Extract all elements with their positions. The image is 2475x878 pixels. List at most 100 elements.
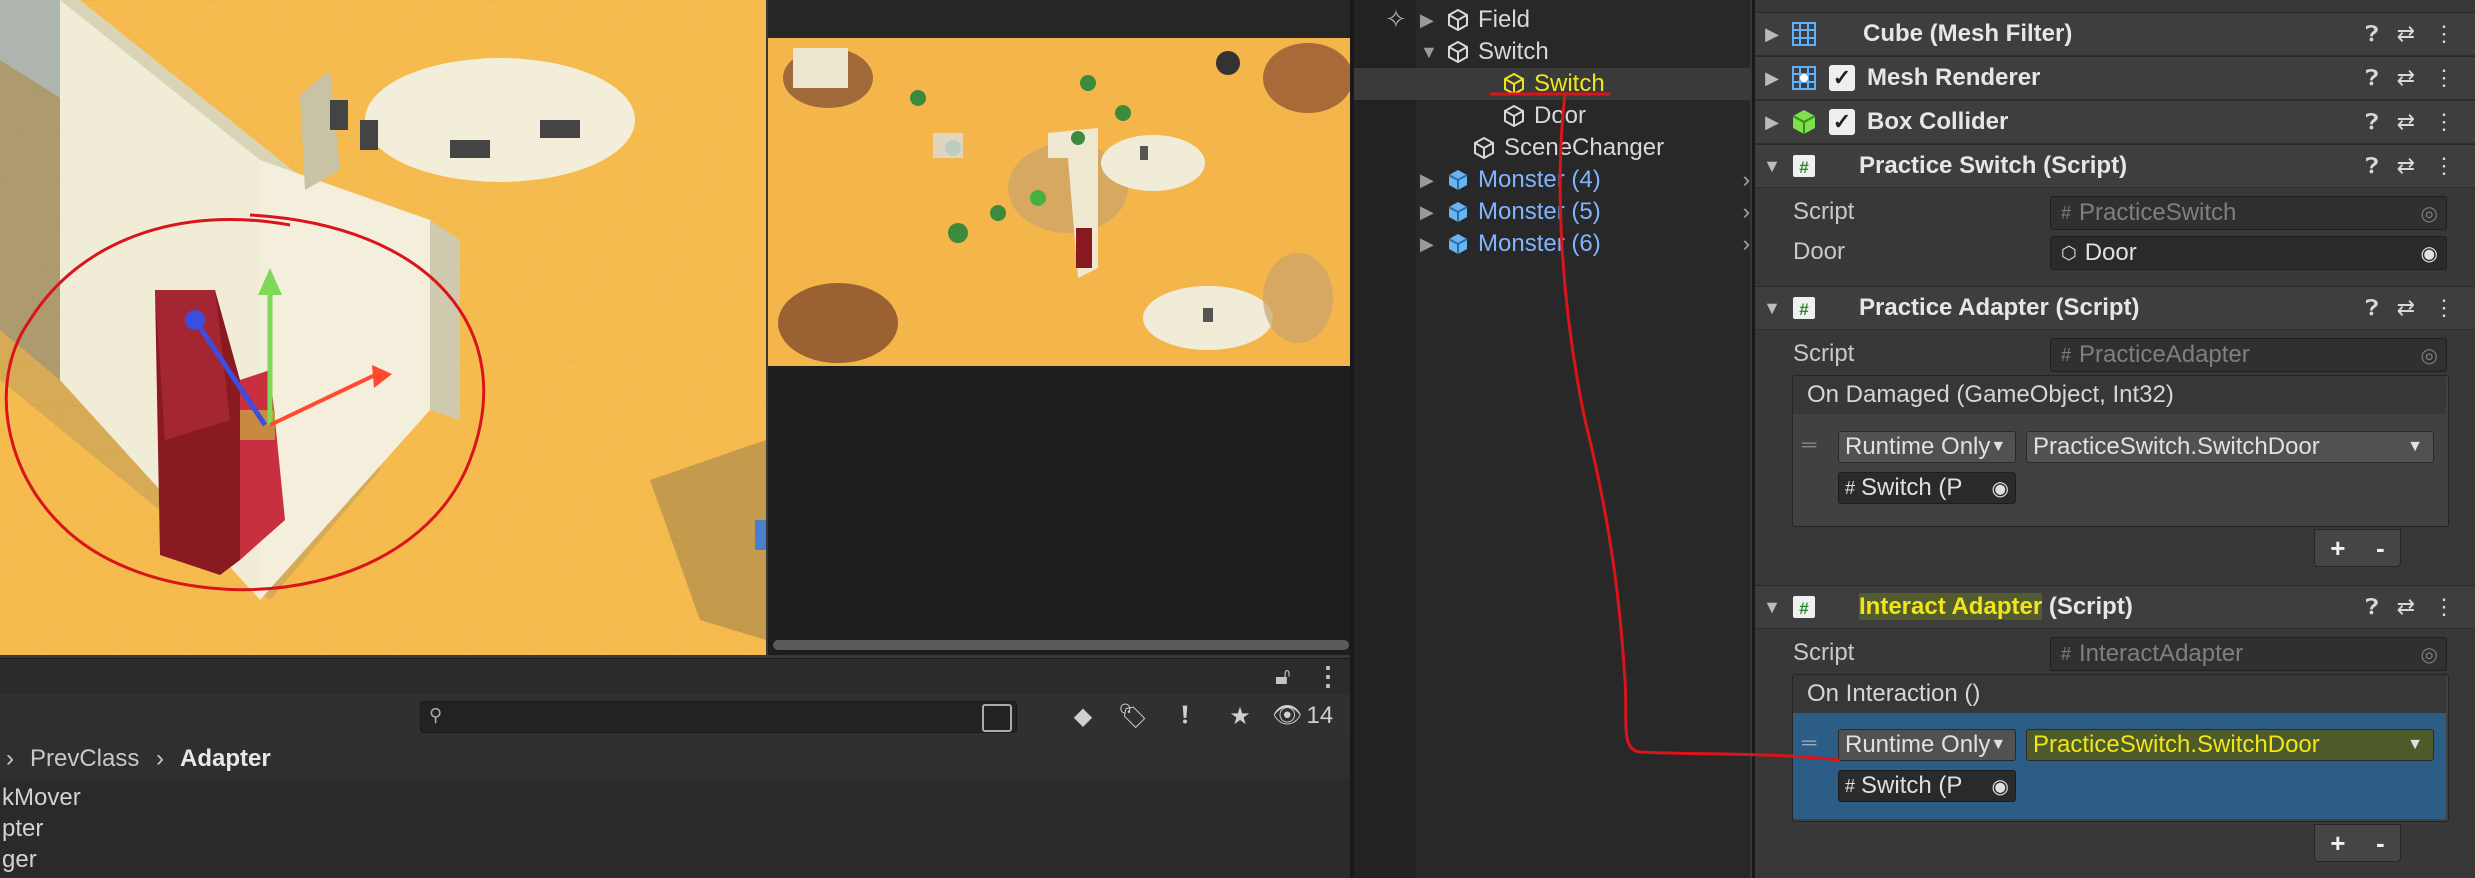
scene-visibility-icon[interactable]: ✧ bbox=[1385, 4, 1407, 35]
presets-icon[interactable]: ⇄ bbox=[2397, 295, 2415, 321]
runtime-dropdown[interactable]: Runtime Only ▼ bbox=[1838, 431, 2016, 463]
eye-icon: 👁︎ bbox=[1272, 702, 1303, 729]
project-file-list bbox=[0, 780, 1350, 878]
more-options-icon[interactable]: ⋮ bbox=[2433, 295, 2455, 321]
search-input[interactable]: ⚲ bbox=[420, 701, 1017, 733]
presets-icon[interactable]: ⇄ bbox=[2397, 65, 2415, 91]
component-header-interact-adapter[interactable]: ▼ # Interact Adapter (Script) ❓︎ ⇄ ⋮ bbox=[1755, 585, 2475, 629]
help-icon[interactable]: ❓︎ bbox=[2365, 65, 2378, 91]
hierarchy-item-switch-parent[interactable]: ▼ Switch bbox=[1420, 36, 1549, 68]
object-picker-icon[interactable]: ◉ bbox=[1992, 476, 2009, 501]
mesh-renderer-icon bbox=[1789, 63, 1819, 93]
add-remove-buttons: + - bbox=[2314, 824, 2401, 862]
script-field: # InteractAdapter ◎ bbox=[2050, 637, 2447, 671]
chevron-right-icon[interactable]: › bbox=[1743, 199, 1750, 225]
component-header-practice-switch[interactable]: ▼ # Practice Switch (Script) ❓︎ ⇄ ⋮ bbox=[1755, 144, 2475, 188]
script-icon: # bbox=[2061, 344, 2072, 365]
hierarchy-item-monster-4[interactable]: ▶ Monster (4) › bbox=[1420, 164, 1750, 196]
target-object-field[interactable]: # Switch (P ◉ bbox=[1838, 770, 2016, 802]
add-button[interactable]: + bbox=[2330, 828, 2345, 859]
more-options-icon[interactable]: ⋮ bbox=[2433, 109, 2455, 135]
hierarchy-item-door[interactable]: Door bbox=[1502, 100, 1586, 132]
gameobject-icon bbox=[1504, 104, 1524, 128]
object-picker-icon[interactable]: ◉ bbox=[1992, 774, 2009, 799]
enabled-checkbox[interactable]: ✓ bbox=[1829, 65, 1855, 91]
game-view[interactable] bbox=[768, 38, 1350, 366]
expand-arrow-icon[interactable]: ▶ bbox=[1755, 24, 1789, 45]
presets-icon[interactable]: ⇄ bbox=[2397, 21, 2415, 47]
svg-text:#: # bbox=[1799, 158, 1809, 177]
expand-arrow-icon[interactable]: ▶ bbox=[1420, 234, 1446, 255]
favorites-icon[interactable]: ★ bbox=[1220, 698, 1260, 734]
chevron-right-icon[interactable]: › bbox=[1743, 167, 1750, 193]
function-dropdown[interactable]: PracticeSwitch.SwitchDoor ▼ bbox=[2026, 431, 2434, 463]
project-panel-header: 🔓︎ ⋮ bbox=[0, 658, 1350, 695]
collapse-arrow-icon[interactable]: ▼ bbox=[1755, 156, 1789, 177]
scene-render bbox=[0, 0, 766, 655]
help-icon[interactable]: ❓︎ bbox=[2365, 21, 2378, 47]
expand-arrow-icon[interactable]: ▶ bbox=[1420, 170, 1446, 191]
search-by-type-icon[interactable] bbox=[982, 704, 1012, 732]
horizontal-scrollbar[interactable] bbox=[773, 640, 1349, 650]
more-options-icon[interactable]: ⋮ bbox=[2433, 65, 2455, 91]
list-item[interactable]: pter bbox=[2, 815, 43, 843]
expand-arrow-icon[interactable]: ▶ bbox=[1420, 10, 1446, 31]
more-options-icon[interactable]: ⋮ bbox=[2433, 594, 2455, 620]
hierarchy-item-monster-5[interactable]: ▶ Monster (5) › bbox=[1420, 196, 1750, 228]
script-icon: # bbox=[2061, 643, 2072, 664]
hierarchy-item-scenechanger[interactable]: SceneChanger bbox=[1472, 132, 1664, 164]
help-icon[interactable]: ❓︎ bbox=[2365, 594, 2378, 620]
drag-handle-icon[interactable]: ═ bbox=[1802, 434, 1816, 457]
hierarchy-item-monster-6[interactable]: ▶ Monster (6) › bbox=[1420, 228, 1750, 260]
runtime-dropdown[interactable]: Runtime Only ▼ bbox=[1838, 729, 2016, 761]
filter-by-label-icon[interactable]: 🏷︎ bbox=[1113, 698, 1153, 734]
breadcrumb-item[interactable]: PrevClass bbox=[30, 745, 139, 773]
lock-icon[interactable]: 🔓︎ bbox=[1275, 663, 1291, 691]
expand-arrow-icon[interactable]: ▶ bbox=[1420, 202, 1446, 223]
hierarchy-item-field[interactable]: ▶ Field bbox=[1420, 4, 1530, 36]
object-picker-icon: ◎ bbox=[2420, 344, 2438, 367]
collapse-arrow-icon[interactable]: ▼ bbox=[1420, 42, 1446, 63]
function-dropdown[interactable]: PracticeSwitch.SwitchDoor ▼ bbox=[2026, 729, 2434, 761]
remove-button[interactable]: - bbox=[2376, 533, 2385, 564]
expand-arrow-icon[interactable]: ▶ bbox=[1755, 112, 1789, 133]
expand-arrow-icon[interactable]: ▶ bbox=[1755, 68, 1789, 89]
hierarchy-item-switch-selected[interactable]: Switch bbox=[1502, 68, 1605, 100]
drag-handle-icon[interactable]: ═ bbox=[1802, 732, 1816, 755]
component-header-practice-adapter[interactable]: ▼ # Practice Adapter (Script) ❓︎ ⇄ ⋮ bbox=[1755, 286, 2475, 330]
component-title-rest: (Script) bbox=[2042, 593, 2133, 620]
add-remove-buttons: + - bbox=[2314, 529, 2401, 567]
list-item[interactable]: ger bbox=[2, 846, 37, 874]
collapse-arrow-icon[interactable]: ▼ bbox=[1755, 597, 1789, 618]
presets-icon[interactable]: ⇄ bbox=[2397, 153, 2415, 179]
door-field[interactable]: ⬡ Door ◉ bbox=[2050, 236, 2447, 270]
object-picker-icon[interactable]: ◉ bbox=[2421, 241, 2438, 266]
help-icon[interactable]: ❓︎ bbox=[2365, 153, 2378, 179]
collapse-arrow-icon[interactable]: ▼ bbox=[1755, 298, 1789, 319]
add-button[interactable]: + bbox=[2330, 533, 2345, 564]
box-collider-icon bbox=[1789, 107, 1819, 137]
component-header-mesh-renderer[interactable]: ▶ ✓ Mesh Renderer ❓︎ ⇄ ⋮ bbox=[1755, 56, 2475, 100]
component-header-mesh-filter[interactable]: ▶ Cube (Mesh Filter) ❓︎ ⇄ ⋮ bbox=[1755, 12, 2475, 56]
svg-text:#: # bbox=[1799, 300, 1809, 319]
remove-button[interactable]: - bbox=[2376, 828, 2385, 859]
warning-filter-icon[interactable]: ❗︎ bbox=[1165, 698, 1205, 734]
presets-icon[interactable]: ⇄ bbox=[2397, 109, 2415, 135]
help-icon[interactable]: ❓︎ bbox=[2365, 295, 2378, 321]
filter-by-type-icon[interactable]: ◆ bbox=[1063, 698, 1103, 734]
help-icon[interactable]: ❓︎ bbox=[2365, 109, 2378, 135]
breadcrumb-item[interactable]: Adapter bbox=[180, 745, 271, 773]
target-object-field[interactable]: # Switch (P ◉ bbox=[1838, 472, 2016, 504]
scene-view[interactable] bbox=[0, 0, 766, 655]
enabled-checkbox[interactable]: ✓ bbox=[1829, 109, 1855, 135]
more-options-icon[interactable]: ⋮ bbox=[1315, 661, 1341, 692]
presets-icon[interactable]: ⇄ bbox=[2397, 594, 2415, 620]
component-header-box-collider[interactable]: ▶ ✓ Box Collider ❓︎ ⇄ ⋮ bbox=[1755, 100, 2475, 144]
script-icon: # bbox=[1789, 592, 1819, 622]
more-options-icon[interactable]: ⋮ bbox=[2433, 21, 2455, 47]
chevron-right-icon[interactable]: › bbox=[1743, 231, 1750, 257]
more-options-icon[interactable]: ⋮ bbox=[2433, 153, 2455, 179]
game-view-toolbar bbox=[768, 0, 1350, 38]
list-item[interactable]: kMover bbox=[2, 784, 81, 812]
visibility-count[interactable]: 👁︎ 14 bbox=[1272, 701, 1333, 730]
